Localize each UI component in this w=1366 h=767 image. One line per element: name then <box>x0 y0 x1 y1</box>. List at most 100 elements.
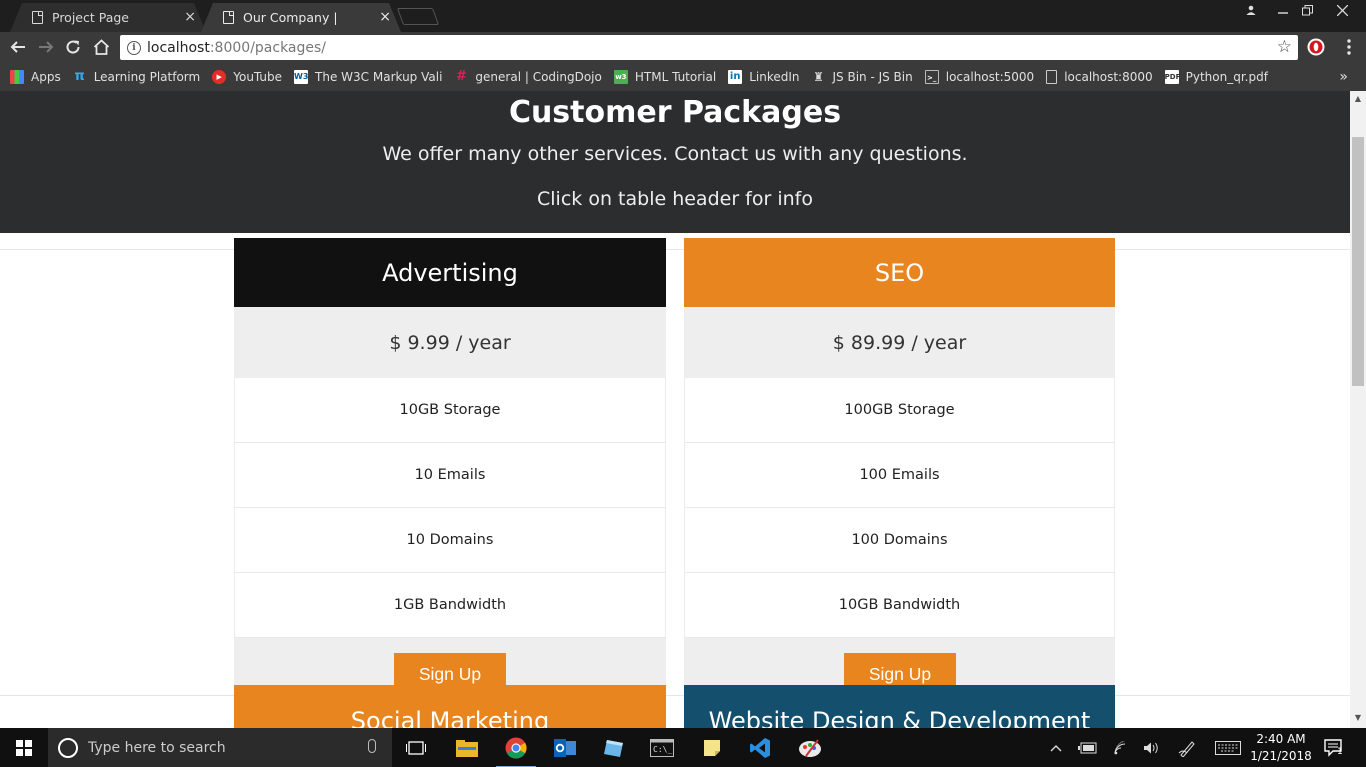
bookmark-learning-platform[interactable]: π Learning Platform <box>73 70 201 85</box>
action-center-icon[interactable]: 1 <box>1324 728 1344 767</box>
package-price: $ 89.99 / year <box>684 307 1115 378</box>
bookmark-linkedin[interactable]: in LinkedIn <box>728 70 799 84</box>
chrome-icon[interactable] <box>496 734 536 767</box>
bookmark-codingdojo[interactable]: # general | CodingDojo <box>454 69 602 85</box>
search-placeholder: Type here to search <box>88 739 226 756</box>
sticky-notes-icon[interactable] <box>698 734 726 762</box>
package-feature: 10GB Bandwidth <box>684 573 1115 638</box>
tab-title: Project Page <box>52 10 130 25</box>
url-host: localhost <box>147 39 210 56</box>
system-clock[interactable]: 2:40 AM 1/21/2018 <box>1246 731 1316 765</box>
terminal-icon: >_ <box>924 70 939 84</box>
minimize-icon[interactable] <box>1272 0 1294 20</box>
tab-our-company[interactable]: Our Company | × <box>201 3 401 32</box>
package-feature: 10 Domains <box>234 508 666 573</box>
restore-icon[interactable] <box>1296 0 1318 20</box>
more-bookmarks-chevron-icon[interactable]: » <box>1339 69 1348 85</box>
microphone-icon[interactable] <box>368 739 376 753</box>
package-header[interactable]: Website Design & Development <box>684 685 1115 728</box>
volume-icon[interactable] <box>1143 728 1161 767</box>
page-scrollbar[interactable]: ▲ ▼ <box>1350 91 1366 728</box>
package-card-social-marketing: Social Marketing <box>234 685 666 728</box>
page-icon <box>223 11 234 24</box>
pen-workspace-icon[interactable] <box>1178 728 1198 767</box>
url-path: :8000/packages/ <box>209 39 327 56</box>
new-tab-button[interactable] <box>396 8 440 25</box>
apps-grid-icon <box>10 70 24 84</box>
site-info-icon[interactable]: i <box>127 40 141 55</box>
visual-studio-code-icon[interactable] <box>746 734 774 762</box>
slack-icon: # <box>455 69 467 84</box>
wifi-icon[interactable] <box>1114 728 1130 767</box>
menu-kebab-icon[interactable] <box>1338 36 1360 58</box>
cortana-icon <box>58 737 78 758</box>
package-header[interactable]: Social Marketing <box>234 685 666 728</box>
close-tab-icon[interactable]: × <box>379 9 391 25</box>
package-feature: 100GB Storage <box>684 378 1115 443</box>
sign-up-button[interactable]: Sign Up <box>844 653 956 686</box>
package-feature: 100 Domains <box>684 508 1115 573</box>
linkedin-icon: in <box>728 70 743 84</box>
page-title: Customer Packages <box>508 95 842 130</box>
task-view-icon[interactable] <box>402 734 430 762</box>
windows-taskbar: Type here to search C:\_ 2:40 AM 1/21/20… <box>0 728 1366 767</box>
scroll-down-arrow-icon[interactable]: ▼ <box>1350 713 1366 722</box>
page-icon <box>32 11 43 24</box>
bookmark-localhost-5000[interactable]: >_ localhost:5000 <box>924 70 1034 84</box>
page-icon <box>1046 70 1058 84</box>
profile-icon[interactable] <box>1240 0 1262 20</box>
bookmarks-bar: Apps π Learning Platform ▶ YouTube W3 Th… <box>0 63 1366 91</box>
address-bar[interactable]: i localhost:8000/packages/ ☆ <box>120 35 1298 60</box>
bookmark-youtube[interactable]: ▶ YouTube <box>212 70 282 84</box>
windows-start-icon[interactable] <box>16 740 32 756</box>
terminal-icon[interactable]: C:\_ <box>648 734 676 762</box>
bookmark-python-qr-pdf[interactable]: PDF Python_qr.pdf <box>1164 70 1268 84</box>
close-tab-icon[interactable]: × <box>184 9 196 25</box>
clock-date: 1/21/2018 <box>1250 749 1312 763</box>
bookmark-jsbin[interactable]: ♜ JS Bin - JS Bin <box>811 70 913 84</box>
package-feature: 10 Emails <box>234 443 666 508</box>
package-header[interactable]: Advertising <box>234 238 666 307</box>
package-feature: 10GB Storage <box>234 378 666 443</box>
package-price: $ 9.99 / year <box>234 307 666 378</box>
opera-extension-icon[interactable] <box>1305 36 1327 58</box>
file-explorer-icon[interactable] <box>453 734 481 762</box>
bookmark-localhost-8000[interactable]: localhost:8000 <box>1046 70 1153 84</box>
reload-icon[interactable] <box>62 36 84 58</box>
w3c-icon: W3 <box>294 70 308 84</box>
scroll-up-arrow-icon[interactable]: ▲ <box>1350 94 1366 103</box>
package-card-advertising: Advertising $ 9.99 / year 10GB Storage 1… <box>234 238 666 686</box>
back-arrow-icon[interactable] <box>7 36 29 58</box>
scroll-thumb[interactable] <box>1352 137 1364 386</box>
paint-app-icon[interactable] <box>796 734 824 762</box>
package-header[interactable]: SEO <box>684 238 1115 307</box>
divider <box>0 249 1350 250</box>
tab-project-page[interactable]: Project Page × <box>10 3 206 32</box>
svg-text:C:\_: C:\_ <box>653 745 672 754</box>
browser-tab-strip: Project Page × Our Company | × <box>0 0 1366 32</box>
bookmark-w3c[interactable]: W3 The W3C Markup Vali <box>294 70 442 84</box>
package-footer: Sign Up <box>684 638 1115 686</box>
w3schools-icon: w3 <box>613 70 628 84</box>
browser-toolbar: i localhost:8000/packages/ ☆ <box>0 32 1366 63</box>
hero-hint: Click on table header for info <box>537 188 813 210</box>
sign-up-button[interactable]: Sign Up <box>394 653 506 686</box>
home-icon[interactable] <box>90 36 112 58</box>
keyboard-icon[interactable] <box>1215 728 1241 767</box>
battery-icon[interactable] <box>1078 728 1098 767</box>
show-hidden-icons-chevron-icon[interactable] <box>1050 728 1062 767</box>
hero-subtitle: We offer many other services. Contact us… <box>382 143 968 165</box>
clock-time: 2:40 AM <box>1256 732 1306 746</box>
bookmark-star-icon[interactable]: ☆ <box>1277 37 1292 57</box>
bookmark-apps[interactable]: Apps <box>10 70 61 84</box>
taskbar-search-box[interactable]: Type here to search <box>48 728 392 767</box>
bookmark-html-tutorial[interactable]: w3 HTML Tutorial <box>613 70 716 84</box>
divider <box>0 695 1350 696</box>
forward-arrow-icon[interactable] <box>35 36 57 58</box>
sticky-app-icon[interactable] <box>600 734 628 762</box>
package-card-seo: SEO $ 89.99 / year 100GB Storage 100 Ema… <box>684 238 1115 686</box>
hero-banner: Customer Packages We offer many other se… <box>0 91 1350 233</box>
pdf-icon: PDF <box>1164 70 1180 84</box>
close-window-icon[interactable] <box>1320 0 1364 20</box>
outlook-icon[interactable] <box>551 734 579 762</box>
